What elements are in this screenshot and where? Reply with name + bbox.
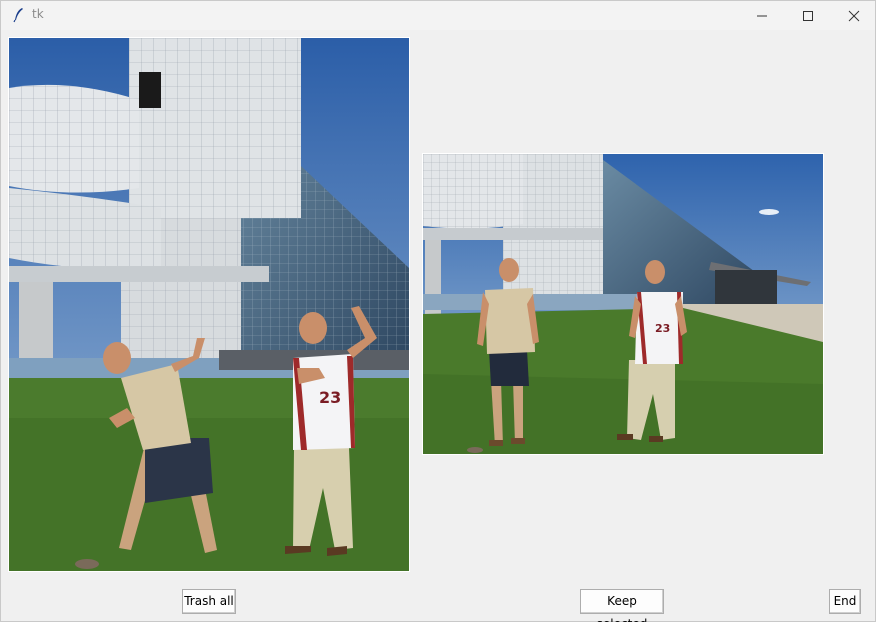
trash-all-button[interactable]: Trash all — [182, 589, 236, 614]
jersey-number-right: 23 — [655, 322, 670, 335]
window-title: tk — [32, 7, 44, 21]
maximize-button[interactable] — [785, 1, 831, 30]
keep-selected-button[interactable]: Keep selected — [580, 589, 664, 622]
photo-right[interactable]: 23 — [422, 153, 824, 455]
photo-left[interactable]: 23 — [8, 37, 410, 572]
maximize-icon — [803, 11, 813, 21]
close-button[interactable] — [831, 1, 876, 30]
jersey-number: 23 — [319, 388, 341, 407]
minimize-icon — [757, 15, 767, 17]
close-icon — [848, 10, 860, 22]
minimize-button[interactable] — [739, 1, 785, 30]
title-bar[interactable]: tk — [1, 1, 875, 30]
app-window: tk 23 23 Trash all Keep End — [0, 0, 876, 622]
end-button[interactable]: End — [829, 589, 861, 614]
feather-icon — [11, 7, 27, 23]
